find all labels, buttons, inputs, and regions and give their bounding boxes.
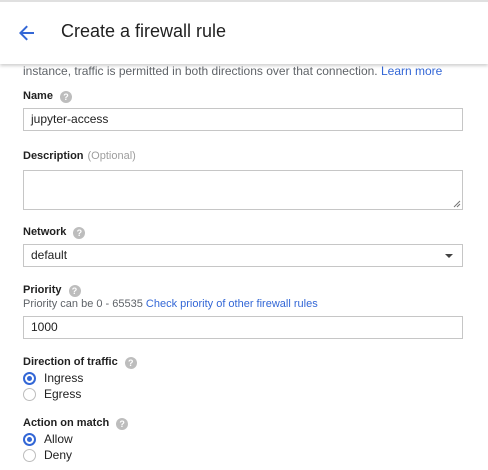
intro-text: instance, traffic is permitted in both d…	[23, 64, 483, 78]
app-header: Create a firewall rule	[0, 0, 488, 64]
radio-button[interactable]	[23, 387, 36, 401]
radio-button[interactable]	[23, 448, 36, 462]
description-textarea[interactable]	[23, 170, 463, 210]
page-title: Create a firewall rule	[61, 21, 227, 41]
intro-text-body: instance, traffic is permitted in both d…	[23, 64, 381, 78]
network-select[interactable]: default	[23, 244, 463, 267]
optional-tag: (Optional)	[87, 150, 136, 162]
radio-egress[interactable]: Egress	[23, 387, 81, 401]
priority-input[interactable]: 1000	[23, 316, 463, 339]
check-priority-link[interactable]: Check priority of other firewall rules	[146, 298, 318, 310]
dropdown-caret-icon	[445, 254, 453, 258]
radio-allow[interactable]: Allow	[23, 432, 73, 446]
name-label-text: Name	[23, 90, 53, 102]
description-label-text: Description	[23, 150, 84, 162]
radio-ingress[interactable]: Ingress	[23, 371, 83, 385]
description-label: Description (Optional)	[23, 150, 136, 163]
direction-label-text: Direction of traffic	[23, 356, 118, 368]
action-label: Action on match ?	[23, 417, 129, 430]
radio-button-selected[interactable]	[23, 432, 36, 446]
help-icon[interactable]: ?	[68, 284, 81, 297]
resize-handle-icon[interactable]	[453, 200, 461, 208]
help-icon[interactable]: ?	[59, 90, 72, 103]
learn-more-link[interactable]: Learn more	[381, 64, 442, 78]
radio-deny-label: Deny	[44, 448, 73, 462]
radio-egress-label: Egress	[44, 387, 82, 401]
priority-label-text: Priority	[23, 284, 62, 296]
radio-button-selected[interactable]	[23, 371, 36, 385]
name-label: Name ?	[23, 90, 72, 103]
priority-label: Priority ?	[23, 284, 81, 297]
network-label-text: Network	[23, 226, 67, 238]
arrow-back-icon	[19, 25, 34, 41]
priority-hint: Priority can be 0 - 65535 Check priority…	[23, 298, 318, 310]
radio-ingress-label: Ingress	[44, 371, 84, 385]
radio-allow-label: Allow	[44, 432, 73, 446]
header-top-border	[0, 0, 488, 2]
radio-deny[interactable]: Deny	[23, 448, 72, 462]
network-selected-value: default	[31, 248, 68, 262]
direction-label: Direction of traffic ?	[23, 356, 137, 369]
back-button[interactable]	[14, 20, 40, 46]
help-icon[interactable]: ?	[124, 356, 137, 369]
help-icon[interactable]: ?	[116, 417, 129, 430]
network-label: Network ?	[23, 226, 86, 239]
help-icon[interactable]: ?	[73, 226, 86, 239]
priority-hint-text: Priority can be 0 - 65535	[23, 298, 146, 310]
name-input[interactable]: jupyter-access	[23, 108, 463, 131]
action-label-text: Action on match	[23, 417, 110, 429]
